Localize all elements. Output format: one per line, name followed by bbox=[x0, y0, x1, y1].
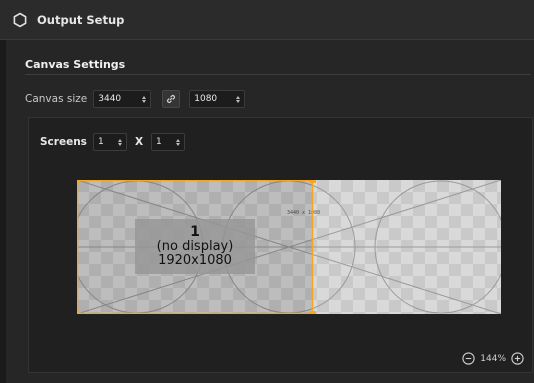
screens-separator: X bbox=[134, 136, 144, 148]
link-icon bbox=[165, 90, 177, 109]
zoom-out-icon[interactable] bbox=[462, 352, 475, 365]
screens-row: Screens 1 X 1 bbox=[40, 132, 186, 152]
hexagon-icon bbox=[12, 12, 28, 28]
resize-handle-bottom-left[interactable] bbox=[77, 311, 80, 314]
output-setup-panel: Canvas Settings Canvas size 3440 1080 Sc… bbox=[6, 40, 534, 383]
canvas-width-value[interactable]: 3440 bbox=[98, 94, 121, 104]
screens-rows-stepper[interactable]: 1 bbox=[151, 133, 186, 151]
screens-columns-stepper[interactable]: 1 bbox=[92, 133, 127, 151]
canvas-size-label: Canvas size bbox=[25, 93, 88, 105]
increment-arrow-icon[interactable] bbox=[236, 95, 241, 99]
screens-label: Screens bbox=[40, 136, 87, 148]
decrement-arrow-icon[interactable] bbox=[176, 142, 181, 146]
window-title: Output Setup bbox=[37, 12, 125, 27]
canvas-settings-heading: Canvas Settings bbox=[25, 58, 126, 71]
zoom-level: 144% bbox=[480, 353, 506, 364]
screen-status: (no display) bbox=[156, 238, 234, 254]
increment-arrow-icon[interactable] bbox=[117, 138, 122, 142]
resize-handle-bottom-right[interactable] bbox=[310, 311, 316, 314]
link-aspect-button[interactable] bbox=[162, 90, 181, 109]
title-bar: Output Setup bbox=[0, 0, 534, 40]
screen-1-info: 1 (no display) 1920x1080 bbox=[135, 219, 255, 274]
canvas-width-stepper[interactable]: 3440 bbox=[93, 90, 152, 108]
decrement-arrow-icon[interactable] bbox=[236, 99, 241, 103]
screen-number: 1 bbox=[190, 223, 200, 240]
canvas-height-stepper[interactable]: 1080 bbox=[189, 90, 246, 108]
increment-arrow-icon[interactable] bbox=[142, 95, 147, 99]
resize-handle-top-left[interactable] bbox=[77, 180, 80, 183]
canvas-size-row: Canvas size 3440 1080 bbox=[25, 89, 246, 109]
zoom-in-icon[interactable] bbox=[511, 352, 524, 365]
increment-arrow-icon[interactable] bbox=[176, 138, 181, 142]
screen-resolution: 1920x1080 bbox=[158, 253, 232, 269]
decrement-arrow-icon[interactable] bbox=[117, 142, 122, 146]
section-divider bbox=[25, 74, 531, 75]
decrement-arrow-icon[interactable] bbox=[142, 99, 147, 103]
screens-columns-value[interactable]: 1 bbox=[98, 137, 104, 147]
canvas-height-value[interactable]: 1080 bbox=[194, 94, 217, 104]
screens-box: Screens 1 X 1 1080 1 (no display) 1920x1… bbox=[28, 117, 533, 373]
resize-handle-top-right[interactable] bbox=[310, 180, 316, 183]
zoom-controls: 144% bbox=[462, 352, 524, 365]
screens-rows-value[interactable]: 1 bbox=[156, 137, 162, 147]
